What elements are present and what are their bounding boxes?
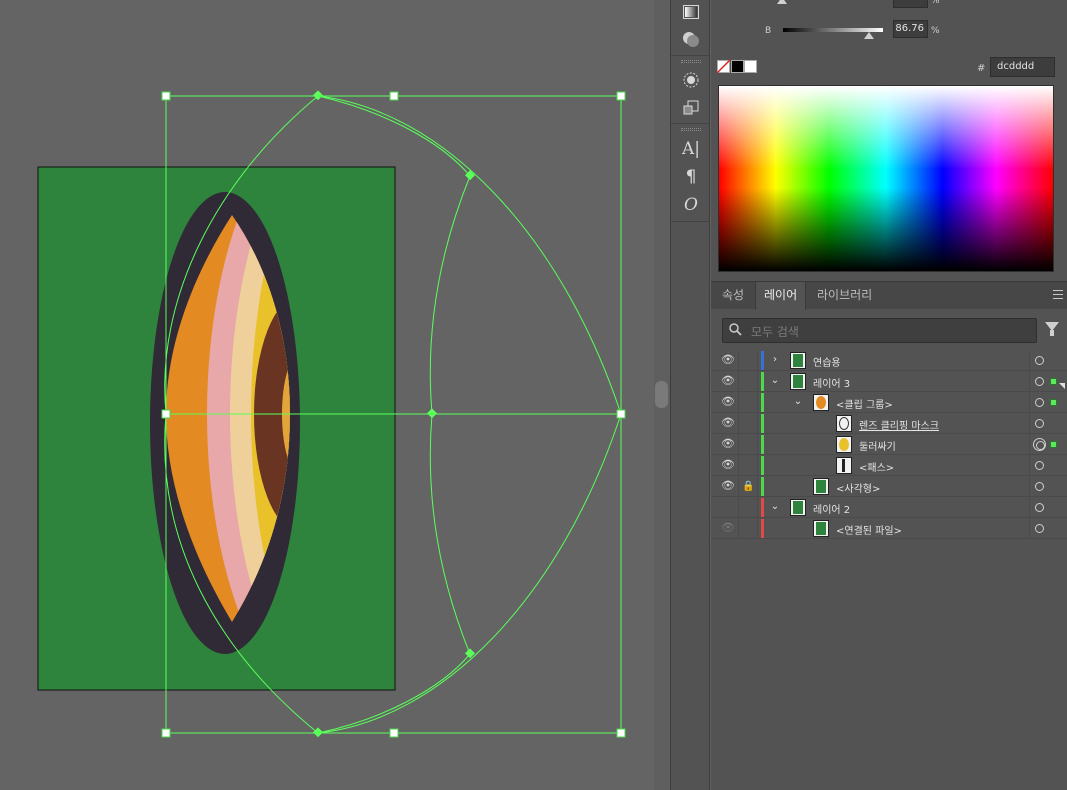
layer-thumbnail <box>813 394 829 411</box>
current-layer-indicator <box>1059 383 1065 389</box>
layer-row[interactable]: 👁 <패스> <box>711 455 1067 476</box>
target-icon[interactable] <box>1035 461 1044 470</box>
layer-color-bar <box>761 372 764 391</box>
character-panel-icon[interactable]: A| <box>677 137 705 161</box>
hex-color-field[interactable]: dcdddd <box>990 57 1055 77</box>
layer-name[interactable]: <연결된 파일> <box>836 522 902 537</box>
paragraph-panel-icon[interactable]: ¶ <box>677 165 705 189</box>
search-placeholder: 모두 검색 <box>751 325 799 339</box>
eye-icon[interactable]: 👁 <box>721 458 735 472</box>
chevron-down-icon[interactable]: ⌄ <box>769 500 781 514</box>
target-icon[interactable] <box>1035 398 1044 407</box>
panel-dock-strip: A| ¶ O <box>670 0 710 790</box>
lock-icon[interactable]: 🔒 <box>742 480 756 493</box>
search-icon <box>729 323 743 337</box>
transparency-panel-icon[interactable] <box>677 27 705 51</box>
eye-icon[interactable]: 👁 <box>721 395 735 409</box>
layer-thumbnail <box>813 520 829 537</box>
layer-row[interactable]: 👁 › 연습용 <box>711 350 1067 371</box>
layer-row[interactable]: 👁 🔒 <사각형> <box>711 476 1067 497</box>
target-icon[interactable] <box>1033 438 1046 451</box>
selection-indicator[interactable] <box>1050 441 1057 448</box>
selection-indicator[interactable] <box>1050 399 1057 406</box>
eye-icon[interactable]: 👁 <box>721 521 735 535</box>
layer-thumbnail <box>790 352 806 369</box>
filter-icon-stem <box>1050 330 1054 336</box>
eye-icon[interactable]: 👁 <box>721 353 735 367</box>
layer-thumbnail <box>836 415 852 432</box>
b-percent-label: % <box>931 26 940 36</box>
target-icon[interactable] <box>1035 419 1044 428</box>
tab-layers[interactable]: 레이어 <box>755 282 807 310</box>
g-value-field[interactable] <box>893 0 928 8</box>
layer-name[interactable]: 연습용 <box>813 354 841 369</box>
color-spectrum[interactable] <box>718 85 1054 272</box>
eye-icon[interactable]: 👁 <box>721 479 735 493</box>
chevron-right-icon[interactable]: › <box>769 353 781 367</box>
layer-row[interactable]: 👁 ⌄ <클립 그룹> <box>711 392 1067 413</box>
layer-row[interactable]: 👁 렌즈 클리핑 마스크 <box>711 413 1067 434</box>
b-value-field[interactable]: 86.76 <box>893 20 928 38</box>
opentype-panel-icon[interactable]: O <box>677 193 705 217</box>
target-icon[interactable] <box>1035 524 1044 533</box>
eye-icon[interactable] <box>721 500 735 514</box>
g-slider-handle[interactable] <box>777 0 787 4</box>
selection-indicator[interactable] <box>1050 378 1057 385</box>
b-channel-label: B <box>765 26 772 36</box>
layer-color-bar <box>761 393 764 412</box>
b-slider-handle[interactable] <box>864 32 874 39</box>
layer-thumbnail <box>836 436 852 453</box>
layer-name[interactable]: 레이어 2 <box>813 501 850 516</box>
black-swatch[interactable] <box>731 60 744 73</box>
layers-search-field[interactable]: 모두 검색 <box>722 318 1037 343</box>
g-percent-label: % <box>931 0 940 6</box>
panel-menu-icon[interactable] <box>1053 290 1063 299</box>
tab-libraries[interactable]: 라이브러리 <box>809 282 880 310</box>
layer-thumbnail <box>813 478 829 495</box>
white-swatch[interactable] <box>744 60 757 73</box>
right-panel: % B 86.76 % # dcdddd 속성 레이어 라이브러리 모두 검색 <box>711 0 1067 790</box>
layer-name[interactable]: <클립 그룹> <box>836 396 893 411</box>
canvas-scrollbar-thumb[interactable] <box>655 381 668 408</box>
layer-thumbnail <box>790 373 806 390</box>
target-icon[interactable] <box>1035 482 1044 491</box>
layer-name[interactable]: <사각형> <box>836 480 880 495</box>
gradient-panel-icon[interactable] <box>677 0 705 24</box>
layer-thumbnail <box>790 499 806 516</box>
layer-color-bar <box>761 456 764 475</box>
layer-color-bar <box>761 498 764 517</box>
target-icon[interactable] <box>1035 356 1044 365</box>
none-swatch[interactable] <box>717 60 730 73</box>
eye-icon[interactable]: 👁 <box>721 437 735 451</box>
layer-row[interactable]: 👁 ⌄ 레이어 3 <box>711 371 1067 392</box>
chevron-down-icon[interactable]: ⌄ <box>792 395 804 409</box>
layer-color-bar <box>761 414 764 433</box>
layer-row[interactable]: 👁 <연결된 파일> <box>711 518 1067 539</box>
hex-hash-label: # <box>977 63 986 74</box>
graphic-styles-panel-icon[interactable] <box>677 96 705 120</box>
layer-name[interactable]: 레이어 3 <box>813 375 850 390</box>
appearance-panel-icon[interactable] <box>677 68 705 92</box>
layer-name[interactable]: 렌즈 클리핑 마스크 <box>859 417 939 432</box>
layer-color-bar <box>761 519 764 538</box>
layer-color-bar <box>761 477 764 496</box>
layer-color-bar <box>761 435 764 454</box>
layer-color-bar <box>761 351 764 370</box>
target-icon[interactable] <box>1035 503 1044 512</box>
layers-list: 👁 › 연습용 👁 ⌄ 레이어 3 👁 ⌄ <클립 그룹> 👁 렌즈 클리핑 마… <box>711 350 1067 539</box>
chevron-down-icon[interactable]: ⌄ <box>769 374 781 388</box>
panel-tabs: 속성 레이어 라이브러리 <box>711 281 1067 310</box>
document-canvas[interactable] <box>0 0 654 790</box>
layer-thumbnail <box>836 457 852 474</box>
layer-name[interactable]: <패스> <box>859 459 894 474</box>
artwork[interactable] <box>0 0 654 790</box>
layer-row[interactable]: ⌄ 레이어 2 <box>711 497 1067 518</box>
target-icon[interactable] <box>1035 377 1044 386</box>
eye-icon[interactable]: 👁 <box>721 374 735 388</box>
eye-icon[interactable]: 👁 <box>721 416 735 430</box>
layer-row[interactable]: 👁 둘러싸기 <box>711 434 1067 455</box>
layer-name[interactable]: 둘러싸기 <box>859 438 896 453</box>
tab-properties[interactable]: 속성 <box>714 282 752 310</box>
